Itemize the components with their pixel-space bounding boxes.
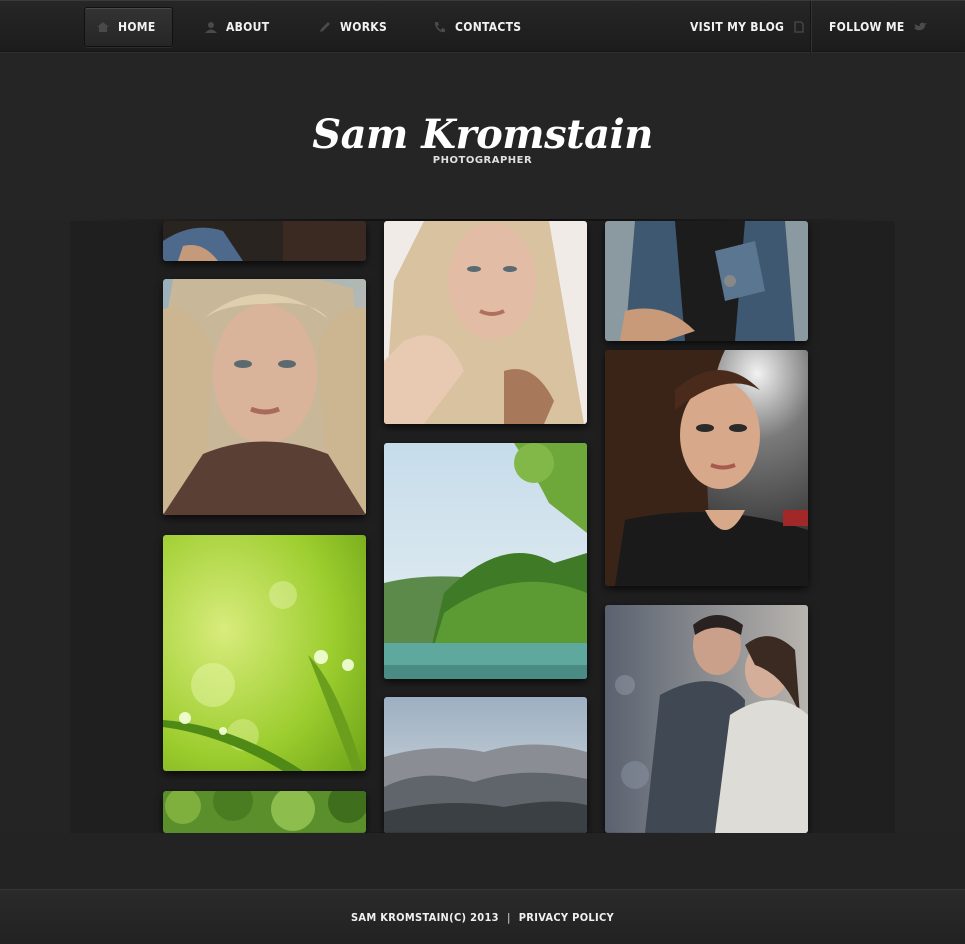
nav-item-label: HOME: [118, 20, 156, 34]
site-logo-name[interactable]: Sam Kromstain: [0, 111, 965, 158]
phone-icon: [433, 21, 447, 33]
gallery-photo-couple-embrace[interactable]: [605, 605, 808, 833]
site-tagline: PHOTOGRAPHER: [432, 155, 533, 166]
home-icon: [96, 21, 110, 33]
document-icon: [792, 21, 806, 33]
privacy-policy-link[interactable]: PRIVACY POLICY: [519, 911, 614, 924]
site-footer: SAM KROMSTAIN(C) 2013 | PRIVACY POLICY: [0, 889, 965, 944]
gallery-photo-blonde-woman-bright[interactable]: [384, 221, 587, 424]
follow-label: FOLLOW ME: [829, 20, 905, 34]
copyright-text: SAM KROMSTAIN(C) 2013: [350, 910, 499, 924]
user-icon: [204, 21, 218, 33]
gallery-photo-man-jacket-partial[interactable]: [163, 221, 366, 261]
nav-divider: [810, 1, 811, 53]
gallery-photo-green-leaf-droplets[interactable]: [163, 535, 366, 771]
top-navigation: HOME ABOUT WORKS CONTACTS VISIT MY BLOG …: [0, 0, 965, 53]
gallery-photo-man-denim-jacket[interactable]: [605, 221, 808, 341]
nav-item-contacts[interactable]: CONTACTS: [433, 7, 521, 47]
nav-item-about[interactable]: ABOUT: [204, 7, 269, 47]
gallery-photo-forest-lake[interactable]: [384, 443, 587, 679]
twitter-bird-icon: [913, 21, 927, 33]
visit-blog-link[interactable]: VISIT MY BLOG: [690, 7, 806, 47]
pencil-icon: [318, 21, 332, 33]
gallery-photo-woman-leather-jacket[interactable]: [605, 350, 808, 586]
gallery-photo-mountains[interactable]: [384, 697, 587, 833]
site-header: Sam Kromstain PHOTOGRAPHER: [0, 53, 965, 221]
nav-item-label: ABOUT: [226, 20, 270, 34]
gallery-photo-forest-partial[interactable]: [163, 791, 366, 833]
footer-separator: |: [506, 910, 511, 924]
nav-item-label: CONTACTS: [455, 20, 522, 34]
nav-item-works[interactable]: WORKS: [318, 7, 387, 47]
content-bottom-band: [0, 833, 965, 889]
nav-item-home[interactable]: HOME: [84, 7, 173, 47]
blog-label: VISIT MY BLOG: [690, 20, 785, 34]
photo-gallery: [70, 221, 895, 833]
follow-me-link[interactable]: FOLLOW ME: [829, 7, 927, 47]
nav-item-label: WORKS: [340, 20, 388, 34]
gallery-photo-blonde-portrait[interactable]: [163, 279, 366, 515]
